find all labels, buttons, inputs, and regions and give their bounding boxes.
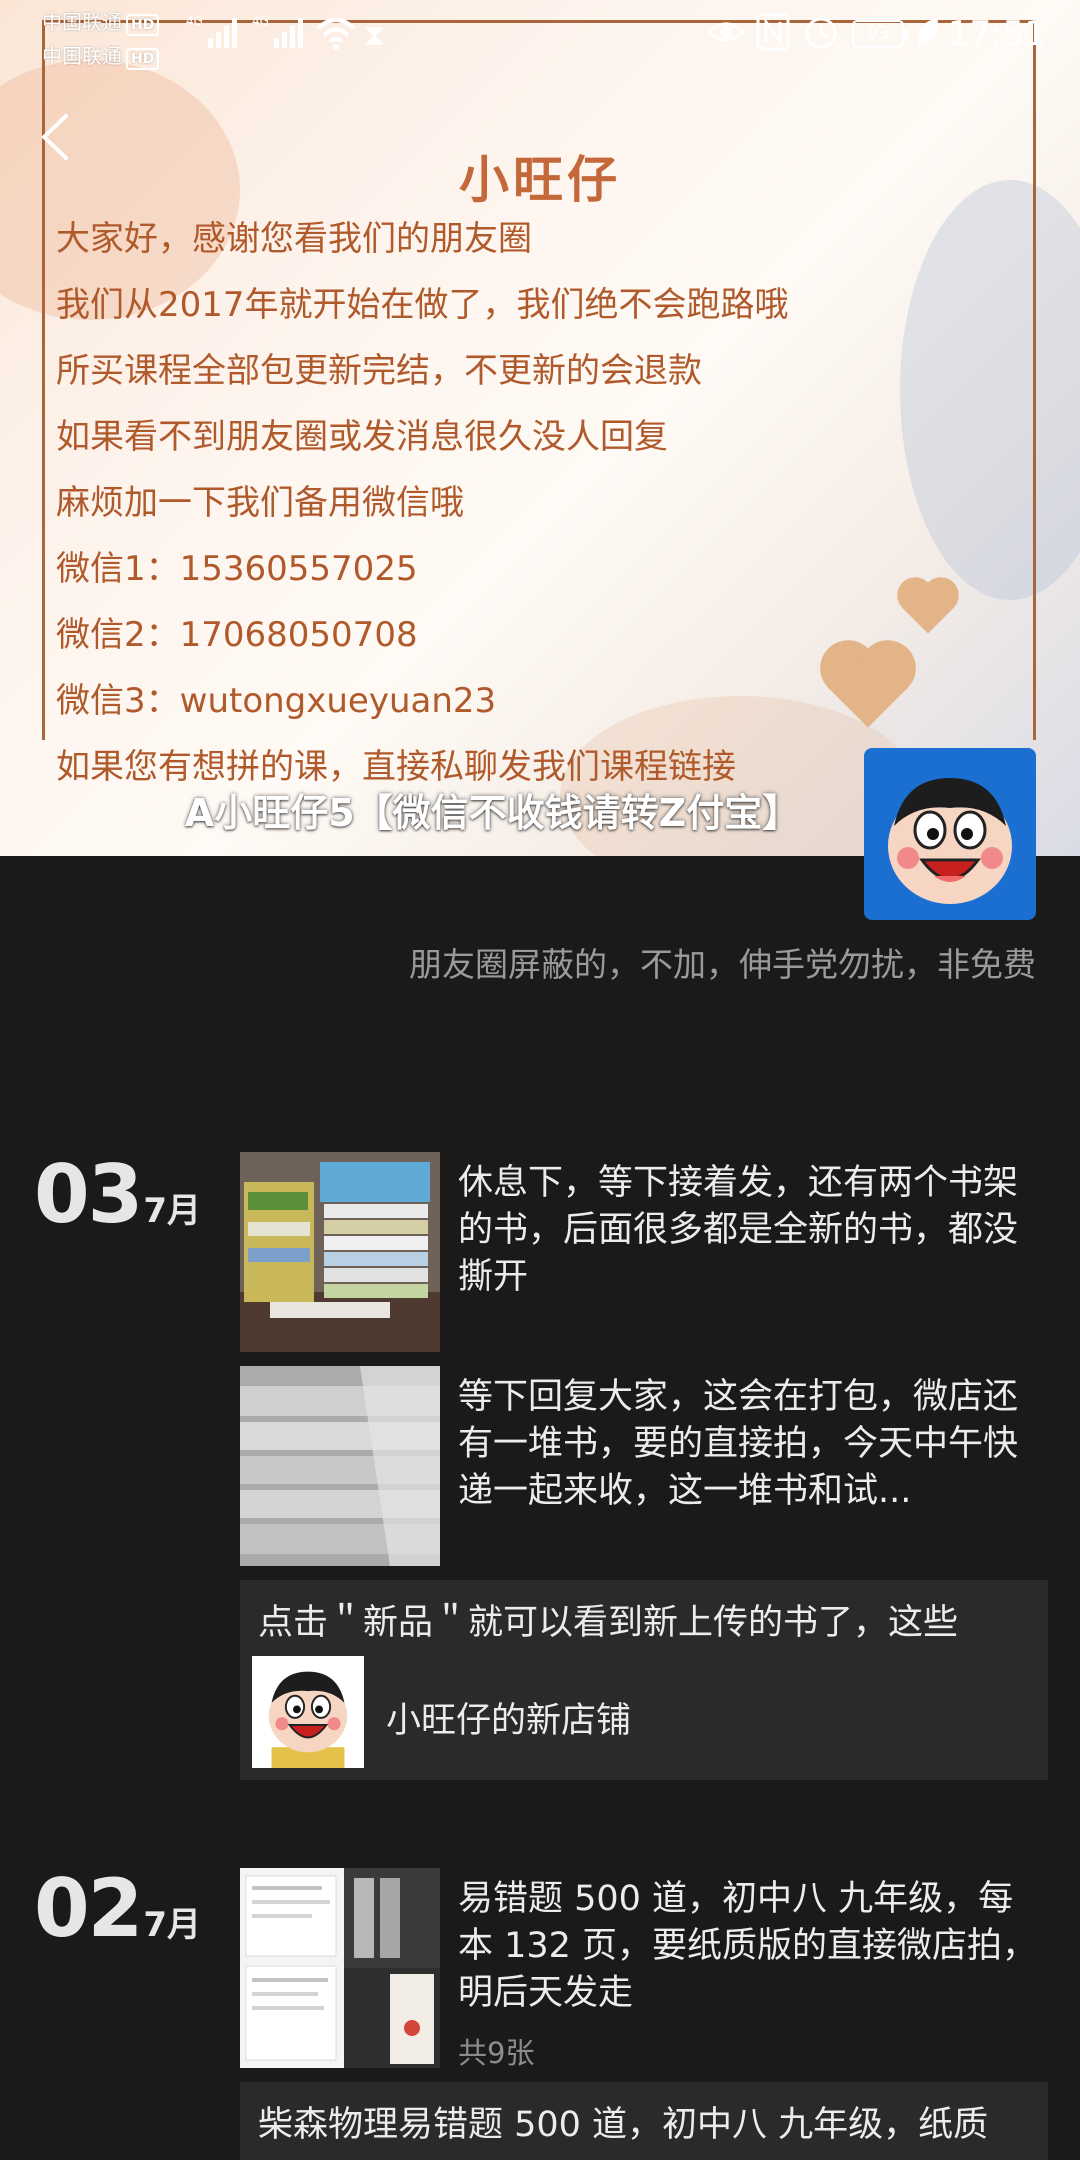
image-count: 共9张 xyxy=(458,2036,535,2070)
moment-post[interactable]: 休息下，等下接着发，还有两个书架的书，后面很多都是全新的书，都没撕开 xyxy=(240,1152,1040,1352)
poster-line: 大家好，感谢您看我们的朋友圈 xyxy=(56,219,532,259)
hourglass-icon: ⧗ xyxy=(364,18,386,53)
poster-title: 小旺仔 xyxy=(459,151,621,209)
moment-post[interactable]: 易错题 500 道，初中八 九年级，每本 132 页，要纸质版的直接微店拍，明后… xyxy=(240,1868,1040,2070)
carrier-2: 中国联通 HD xyxy=(42,40,160,70)
date-label: 037月 xyxy=(34,1148,201,1241)
cover-image[interactable]: 小旺仔 大家好，感谢您看我们的朋友圈 我们从2017年就开始在做了，我们绝不会跑… xyxy=(0,0,1080,856)
hd-badge: HD xyxy=(126,14,160,36)
signal-icon: 4G xyxy=(186,14,237,48)
post-text: 易错题 500 道，初中八 九年级，每本 132 页，要纸质版的直接微店拍，明后… xyxy=(458,1879,1038,2013)
clock: 17:51 xyxy=(948,14,1046,54)
profile-signature: 朋友圈屏蔽的，不加，伸手党勿扰，非免费 xyxy=(409,945,1036,984)
status-bar: 中国联通 HD 中国联通 HD 4G 4G ⧗ 93 17:51 xyxy=(0,0,1080,70)
carrier-1: 中国联通 HD xyxy=(42,6,160,36)
post-text: 等下回复大家，这会在打包，微店还有一堆书，要的直接拍，今天中午快递一起来收，这一… xyxy=(458,1377,1019,1511)
poster-line: 我们从2017年就开始在做了，我们绝不会跑路哦 xyxy=(56,285,789,325)
date-month: 7月 xyxy=(143,1191,201,1231)
alarm-icon xyxy=(805,17,837,49)
share-title: 小旺仔的新店铺 xyxy=(386,1701,632,1741)
post-thumbnail xyxy=(240,1366,440,1566)
network-type: 4G xyxy=(186,14,203,28)
shared-link-card[interactable]: 柴森物理易错题 500 道，初中八 九年级，纸质 xyxy=(240,2082,1048,2160)
post-text: 休息下，等下接着发，还有两个书架的书，后面很多都是全新的书，都没撕开 xyxy=(458,1163,1019,1297)
date-label: 027月 xyxy=(34,1862,201,1955)
back-button[interactable] xyxy=(36,110,76,164)
signal-icon: 4G xyxy=(252,14,303,48)
profile-name: A小旺仔5【微信不收钱请转Z付宝】 xyxy=(184,791,801,835)
wangzai-face-icon xyxy=(888,778,1012,904)
eye-icon xyxy=(706,22,746,42)
share-thumbnail xyxy=(252,1656,364,1768)
date-day: 02 xyxy=(34,1862,143,1955)
wifi-icon xyxy=(316,18,356,50)
poster-line: 微信2：17068050708 xyxy=(56,615,418,655)
carrier-1-label: 中国联通 xyxy=(42,10,122,34)
wangzai-face-icon xyxy=(252,1656,364,1768)
poster-line: 麻烦加一下我们备用微信哦 xyxy=(56,483,464,523)
post-thumbnail xyxy=(240,1868,440,2068)
moment-post[interactable]: 等下回复大家，这会在打包，微店还有一堆书，要的直接拍，今天中午快递一起来收，这一… xyxy=(240,1366,1040,1566)
network-type: 4G xyxy=(252,14,269,28)
poster-line: 微信1：15360557025 xyxy=(56,549,418,589)
post-thumbnail xyxy=(240,1152,440,1352)
share-text: 柴森物理易错题 500 道，初中八 九年级，纸质 xyxy=(258,2105,989,2145)
poster-line: 如果看不到朋友圈或发消息很久没人回复 xyxy=(56,417,668,457)
poster-line: 所买课程全部包更新完结，不更新的会退款 xyxy=(56,351,702,391)
poster-line: 微信3：wutongxueyuan23 xyxy=(56,681,497,721)
battery-icon: 93 xyxy=(852,20,908,48)
hd-badge: HD xyxy=(126,48,160,70)
date-day: 03 xyxy=(34,1148,143,1241)
shared-link-card[interactable]: 点击＂新品＂就可以看到新上传的书了，这些 小旺仔的新店铺 xyxy=(240,1580,1048,1780)
avatar[interactable] xyxy=(864,748,1036,920)
carrier-2-label: 中国联通 xyxy=(42,44,122,68)
share-text: 点击＂新品＂就可以看到新上传的书了，这些 xyxy=(258,1603,959,1643)
nfc-icon xyxy=(756,13,790,51)
poster-text: 大家好，感谢您看我们的朋友圈 我们从2017年就开始在做了，我们绝不会跑路哦 所… xyxy=(56,206,789,800)
date-month: 7月 xyxy=(143,1905,201,1945)
leaf-icon xyxy=(917,18,938,46)
